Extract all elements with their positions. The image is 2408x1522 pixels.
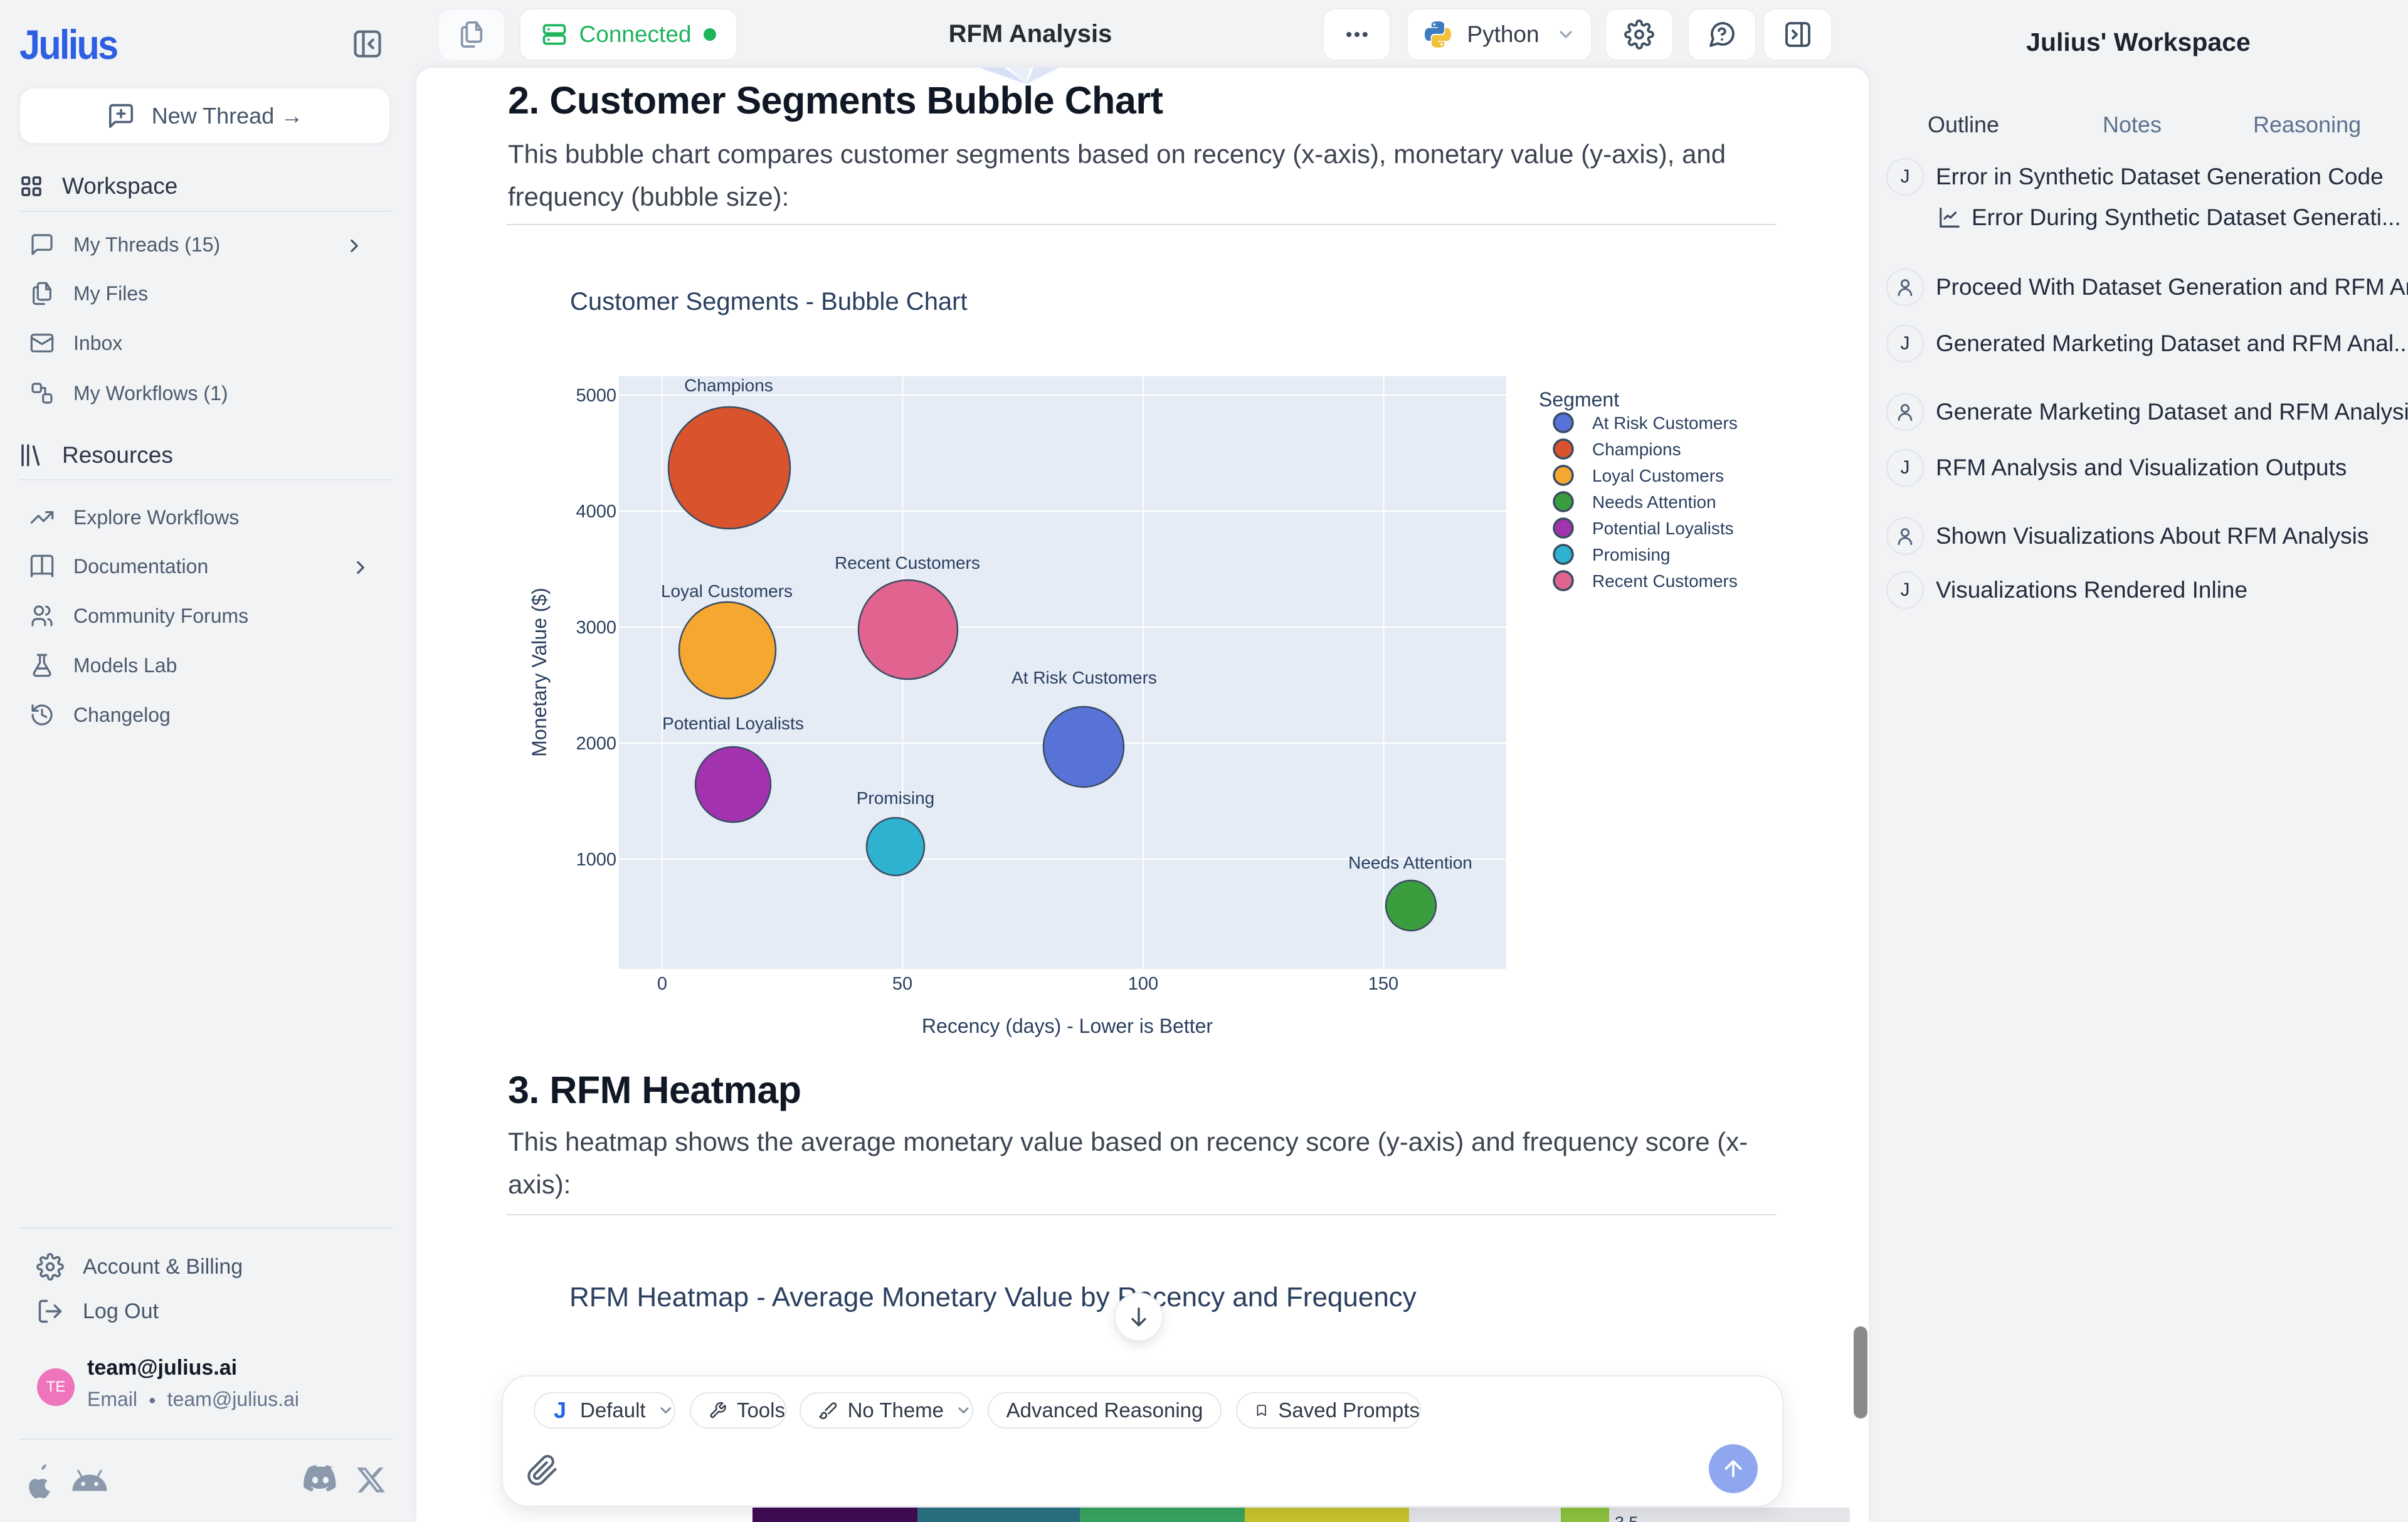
svg-text:Potential Loyalists: Potential Loyalists [662,714,804,733]
svg-text:Champions: Champions [1592,440,1681,459]
svg-text:Recency (days) - Lower is Bett: Recency (days) - Lower is Better [922,1015,1213,1037]
svg-text:0: 0 [657,974,667,994]
svg-text:1000: 1000 [576,850,616,870]
svg-text:100: 100 [1128,974,1158,994]
svg-text:Segment: Segment [1539,388,1619,411]
svg-text:Needs Attention: Needs Attention [1592,492,1716,512]
svg-text:Recent Customers: Recent Customers [835,553,980,573]
svg-text:5000: 5000 [576,386,616,406]
svg-text:At Risk Customers: At Risk Customers [1011,668,1157,687]
svg-text:Champions: Champions [684,376,773,395]
svg-text:Needs Attention: Needs Attention [1348,853,1472,872]
svg-text:Potential Loyalists: Potential Loyalists [1592,519,1734,538]
svg-text:3000: 3000 [576,618,616,638]
svg-text:Recent Customers: Recent Customers [1592,571,1738,591]
svg-text:Loyal Customers: Loyal Customers [661,581,793,601]
svg-text:At Risk Customers: At Risk Customers [1592,413,1738,433]
svg-text:Promising: Promising [857,788,934,808]
svg-text:50: 50 [892,974,912,994]
svg-text:4000: 4000 [576,502,616,522]
svg-text:Monetary Value ($): Monetary Value ($) [528,588,551,757]
svg-text:Customer Segments - Bubble Cha: Customer Segments - Bubble Chart [570,288,968,315]
svg-text:2000: 2000 [576,734,616,754]
svg-text:150: 150 [1368,974,1398,994]
svg-text:Loyal Customers: Loyal Customers [1592,466,1724,485]
svg-text:Promising: Promising [1592,545,1670,564]
